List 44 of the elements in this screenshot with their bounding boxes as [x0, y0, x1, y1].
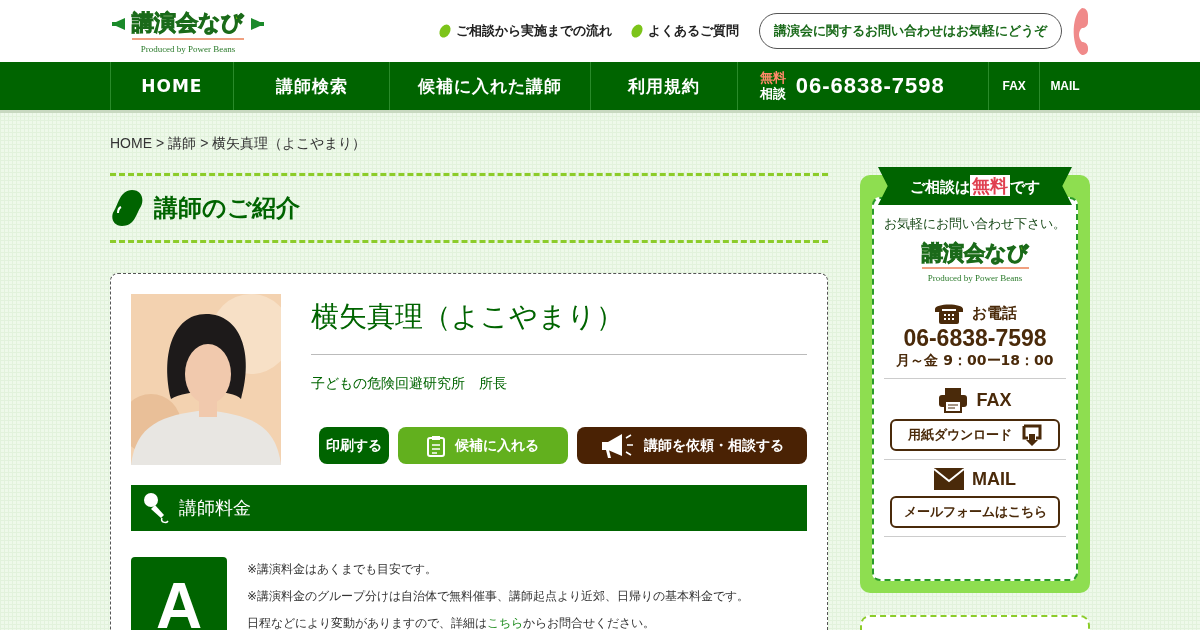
- nav-icon-link[interactable]: FAX: [988, 62, 1040, 110]
- section-title: 講師料金: [179, 496, 251, 520]
- fee-note: 日程などにより変動がありますので、詳細はこちらからお問合せください。: [247, 615, 656, 630]
- nav-item[interactable]: 講師検索: [232, 62, 390, 110]
- mail-form-button[interactable]: メールフォームはこちら: [890, 496, 1060, 528]
- phone-number: 06-6838-7598: [903, 325, 1047, 352]
- bean-icon: [110, 189, 144, 227]
- site-logo: 講演会なび Produced by Power Beans: [920, 239, 1030, 283]
- fee-note: ※講演料金はあくまでも目安です。: [247, 561, 439, 578]
- print-button[interactable]: 印刷する: [319, 427, 389, 464]
- header-link[interactable]: よくあるご質問: [632, 22, 739, 40]
- breadcrumb-separator: >: [200, 135, 209, 153]
- header-link[interactable]: ご相談から実施までの流れ: [440, 22, 612, 40]
- intro-text: お気軽にお問い合わせ下さい。: [884, 215, 1066, 233]
- speaker-name: 横矢真理（よこやまり）: [311, 298, 807, 355]
- breadcrumb-separator: >: [156, 135, 165, 153]
- page-heading: 講師のご紹介: [154, 193, 300, 224]
- inquiry-link[interactable]: こちら: [487, 616, 523, 630]
- breadcrumb-link[interactable]: HOME: [110, 135, 152, 153]
- nav-item[interactable]: 利用規約: [590, 62, 737, 110]
- fax-label: FAX: [976, 389, 1012, 411]
- megaphone-icon: [600, 431, 634, 460]
- fee-grade: A: [131, 557, 227, 630]
- phone-number: 06-6838-7598: [795, 73, 945, 99]
- site-logo[interactable]: 講演会なび Produced by Power Beans: [110, 8, 266, 54]
- speaker-title: 子どもの危険回避研究所 所長: [311, 375, 508, 393]
- fee-note: ※講演料金のグループ分けは自治体で無料催事、講師起点より近郊、日帰りの基本料金です。: [247, 588, 750, 605]
- envelope-icon: [934, 468, 964, 490]
- breadcrumb-link[interactable]: 講師: [168, 135, 197, 153]
- download-icon: [1022, 424, 1042, 446]
- microphone-icon: [143, 492, 169, 524]
- request-button[interactable]: 講師を依頼・相談する: [577, 427, 807, 464]
- nav-item[interactable]: HOME: [110, 62, 233, 110]
- mail-label: MAIL: [972, 468, 1016, 490]
- phone-label: お電話: [971, 303, 1017, 323]
- nav-icon-link[interactable]: MAIL: [1039, 62, 1090, 110]
- nav-item[interactable]: 候補に入れた講師: [389, 62, 590, 110]
- breadcrumb-current: 横矢真理（よこやまり）: [212, 135, 367, 153]
- ribbon-banner: ご相談は無料です: [878, 167, 1072, 205]
- clipboard-icon: [427, 434, 445, 457]
- free-consult-label: 無料 相談: [759, 70, 786, 102]
- fax-machine-icon: [938, 387, 969, 413]
- business-hours: 月～金 9：00ー18：00: [896, 352, 1054, 370]
- download-button[interactable]: 用紙ダウンロード: [890, 419, 1060, 451]
